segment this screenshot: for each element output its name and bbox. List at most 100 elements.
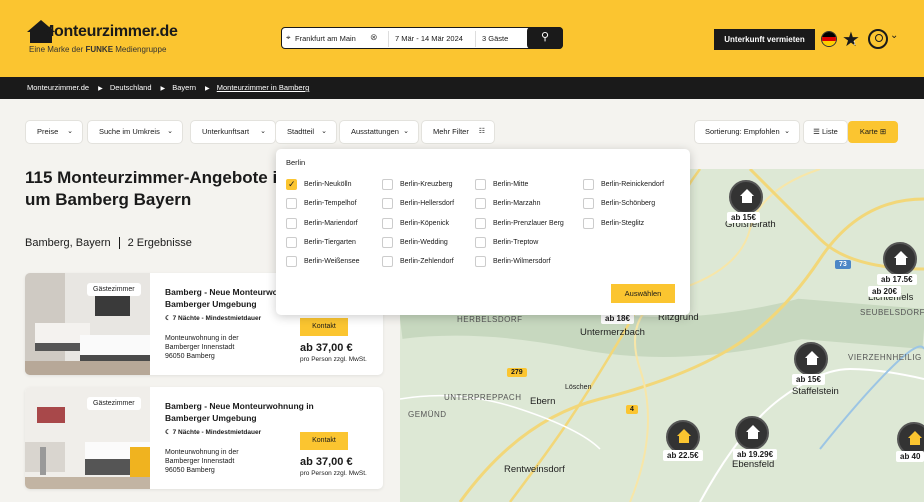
listing-photo[interactable]: Gästezimmer: [25, 273, 150, 375]
filter-district[interactable]: Stadtteil ⌄: [276, 121, 336, 143]
map-price-label[interactable]: ab 15€: [727, 212, 760, 223]
chevron-down-icon: ⌄: [167, 128, 173, 135]
checkbox[interactable]: [382, 218, 393, 229]
map-region-label: VIERZEHNHEILIG: [848, 353, 922, 362]
map-town-label: Löschen: [565, 384, 592, 391]
map-marker[interactable]: [666, 420, 700, 454]
checkbox[interactable]: [583, 179, 594, 190]
map-town-label: Staffelstein: [792, 386, 839, 397]
moon-icon: ☾: [165, 315, 173, 322]
user-account-icon[interactable]: [868, 29, 888, 49]
listing-title[interactable]: Bamberg - Neue Monteurwohnung in Bamberg…: [165, 400, 315, 424]
map-marker[interactable]: [735, 416, 769, 450]
results-location: Bamberg, Bayern: [25, 237, 111, 249]
search-button[interactable]: ⚲: [527, 27, 563, 49]
chevron-down-icon: ⌄: [403, 128, 409, 135]
view-map-button[interactable]: Karte ⊞: [848, 121, 898, 143]
contact-button[interactable]: Kontakt: [300, 432, 348, 450]
listing-address: Monteurwohnung in der Bamberger Innenstad…: [165, 449, 239, 474]
contact-button[interactable]: Kontakt: [300, 318, 348, 336]
guests-input[interactable]: 3 Gäste: [482, 34, 508, 43]
map-town-label: Ebern: [530, 396, 556, 407]
location-pin-icon: ⌖: [286, 33, 291, 42]
clear-location-icon[interactable]: ⊗: [370, 32, 378, 43]
checkbox[interactable]: [475, 237, 486, 248]
rent-accommodation-button[interactable]: Unterkunft vermieten: [714, 29, 815, 50]
listing-price: ab 37,00 €: [300, 342, 353, 354]
map-price-label[interactable]: ab 20€: [868, 286, 901, 297]
filter-radius[interactable]: Suche im Umkreis ⌄: [88, 121, 182, 143]
checkbox[interactable]: [286, 237, 297, 248]
checkbox[interactable]: [382, 256, 393, 267]
checkbox[interactable]: [475, 179, 486, 190]
price-note: pro Person zzgl. MwSt.: [300, 470, 367, 477]
header: Monteurzimmer.de Eine Marke der FUNKE Me…: [0, 0, 924, 77]
chevron-down-icon: ⌄: [784, 128, 790, 135]
sliders-icon: ☷: [478, 128, 485, 135]
road-number: 4: [626, 405, 638, 414]
checkbox[interactable]: [286, 198, 297, 209]
road-number: 73: [835, 260, 851, 269]
date-range-input[interactable]: 7 Mär - 14 Mär 2024: [395, 34, 463, 43]
checkbox[interactable]: [382, 237, 393, 248]
breadcrumb-item[interactable]: Deutschland: [110, 83, 152, 92]
favorites-star-icon[interactable]: ★: [842, 27, 860, 52]
listing-photo[interactable]: Gästezimmer: [25, 387, 150, 489]
listing-price: ab 37,00 €: [300, 456, 353, 468]
map-icon: ⊞: [877, 127, 887, 136]
listing-card[interactable]: Gästezimmer Bamberg - Neue Monteurwohnun…: [25, 387, 383, 489]
search-bar: ⌖ Frankfurt am Main ⊗ 7 Mär - 14 Mär 202…: [281, 27, 563, 49]
logo-text: Monteurzimmer.de: [41, 23, 178, 40]
map-price-label[interactable]: ab 17.5€: [877, 274, 917, 285]
filter-more[interactable]: Mehr Filter ☷: [422, 121, 494, 143]
map-price-label[interactable]: ab 22.5€: [663, 450, 703, 461]
chevron-down-icon: ⌄: [67, 128, 73, 135]
filter-accommodation-type[interactable]: Unterkunftsart ⌄: [191, 121, 275, 143]
map-marker[interactable]: [729, 180, 763, 214]
min-stay: ☾ 7 Nächte - Mindestmietdauer: [165, 315, 262, 322]
results-count: 2 Ergebnisse: [127, 237, 192, 249]
breadcrumb-current[interactable]: Monteurzimmer in Bamberg: [217, 83, 310, 92]
filter-amenities[interactable]: Ausstattungen ⌄: [340, 121, 418, 143]
view-list-button[interactable]: ☰ Liste: [804, 121, 847, 143]
filter-price[interactable]: Preise ⌄: [26, 121, 82, 143]
chevron-down-icon: ⌄: [321, 128, 327, 135]
map-region-label: GEMÜND: [408, 410, 447, 419]
listing-address: Monteurwohnung in der Bamberger Innenstad…: [165, 335, 239, 360]
accommodation-type-badge: Gästezimmer: [87, 283, 141, 296]
apply-button[interactable]: Auswählen: [611, 284, 675, 303]
checkbox[interactable]: [475, 218, 486, 229]
german-flag-icon[interactable]: [821, 31, 837, 47]
checkbox[interactable]: [382, 198, 393, 209]
map-marker[interactable]: [794, 342, 828, 376]
price-note: pro Person zzgl. MwSt.: [300, 356, 367, 363]
district-dropdown: Berlin Berlin-Neukölln Berlin-Tempelhof …: [276, 149, 690, 315]
sort-dropdown[interactable]: Sortierung: Empfohlen ⌄: [695, 121, 799, 143]
min-stay: ☾ 7 Nächte - Mindestmietdauer: [165, 429, 262, 436]
moon-icon: ☾: [165, 429, 173, 436]
favorites-count: 1: [853, 41, 856, 47]
breadcrumb-item[interactable]: Bayern: [172, 83, 196, 92]
map-price-label[interactable]: ab 15€: [792, 374, 825, 385]
map-region-label: SEUBELSDORF: [860, 308, 924, 317]
checkbox[interactable]: [286, 218, 297, 229]
checkbox[interactable]: [583, 198, 594, 209]
map-price-label[interactable]: ab 19.29€: [733, 449, 778, 460]
map-price-label[interactable]: ab 40: [896, 451, 924, 462]
checkbox[interactable]: [286, 256, 297, 267]
logo[interactable]: Monteurzimmer.de Eine Marke der FUNKE Me…: [27, 18, 197, 58]
search-icon: ⚲: [540, 31, 550, 43]
checkbox[interactable]: [382, 179, 393, 190]
checkbox[interactable]: [475, 256, 486, 267]
checkbox-checked-icon[interactable]: [286, 178, 297, 190]
checkbox[interactable]: [475, 198, 486, 209]
chevron-down-icon[interactable]: ⌄: [890, 30, 898, 41]
map-marker[interactable]: [883, 242, 917, 276]
breadcrumb-item[interactable]: Monteurzimmer.de: [27, 83, 89, 92]
list-icon: ☰: [813, 127, 822, 136]
dropdown-city-title: Berlin: [286, 158, 306, 167]
breadcrumb: Monteurzimmer.de ▶ Deutschland ▶ Bayern ▶ M…: [0, 77, 924, 99]
checkbox[interactable]: [583, 218, 594, 229]
map-town-label: Untermerzbach: [580, 327, 645, 338]
location-input[interactable]: Frankfurt am Main: [295, 34, 356, 43]
